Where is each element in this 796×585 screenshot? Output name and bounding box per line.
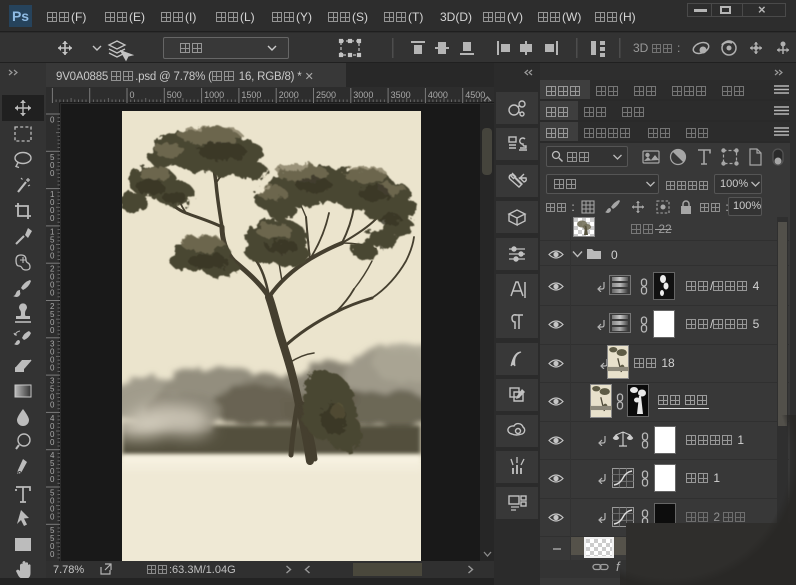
svg-text:1500: 1500 — [241, 90, 261, 100]
svg-text:3500: 3500 — [391, 90, 411, 100]
svg-text:0: 0 — [50, 251, 55, 260]
svg-text:0: 0 — [50, 116, 55, 125]
svg-text:0: 0 — [50, 363, 55, 372]
svg-text:0: 0 — [50, 475, 55, 484]
svg-text:2500: 2500 — [316, 90, 336, 100]
svg-text:0: 0 — [50, 438, 55, 447]
svg-text:0: 0 — [50, 513, 55, 522]
svg-text:4000: 4000 — [428, 90, 448, 100]
svg-text:3000: 3000 — [353, 90, 373, 100]
svg-text:0: 0 — [130, 90, 135, 100]
svg-text:0: 0 — [50, 289, 55, 298]
svg-text:1000: 1000 — [204, 90, 224, 100]
svg-text:2000: 2000 — [279, 90, 299, 100]
svg-text:0: 0 — [50, 214, 55, 223]
svg-text:0: 0 — [50, 550, 55, 559]
svg-text:0: 0 — [50, 326, 55, 335]
svg-text:500: 500 — [167, 90, 182, 100]
svg-text:0: 0 — [50, 401, 55, 410]
svg-text:0: 0 — [50, 169, 55, 178]
